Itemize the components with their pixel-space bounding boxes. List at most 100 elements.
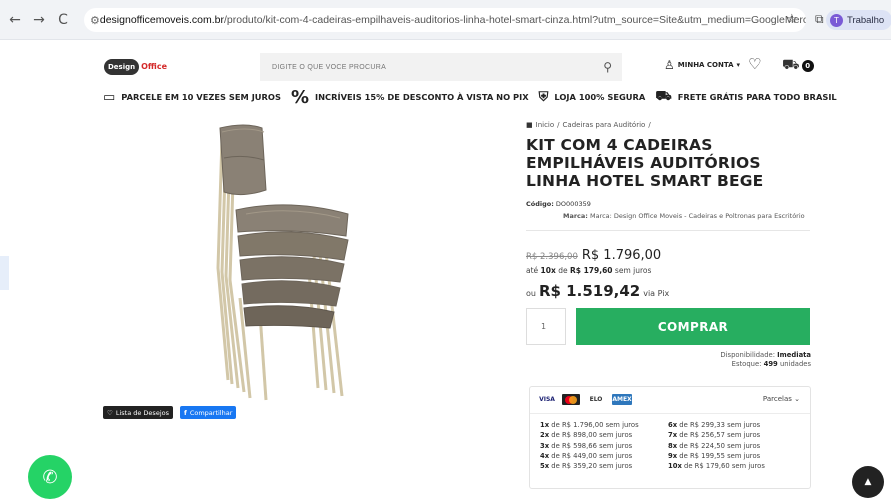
installments-count: 10x — [540, 266, 556, 275]
installment-row: 6x de R$ 299,33 sem juros — [668, 421, 761, 429]
installments-column-1: 1x de R$ 1.796,00 sem juros 2x de R$ 898… — [540, 420, 639, 471]
buy-button[interactable]: COMPRAR — [576, 308, 810, 345]
availability-label: Disponibilidade: — [720, 351, 775, 359]
share-button[interactable]: f Compartilhar — [180, 406, 237, 419]
code-label: Código: — [526, 200, 554, 208]
facebook-icon: f — [184, 408, 187, 417]
promo-text: FRETE GRÁTIS PARA TODO BRASIL — [677, 92, 837, 102]
product-title: KIT COM 4 CADEIRAS EMPILHÁVEIS AUDITÓRIO… — [526, 136, 764, 190]
side-accent — [0, 256, 9, 290]
site-logo[interactable]: Design Office — [104, 56, 167, 78]
installments-suffix: sem juros — [614, 266, 652, 275]
heart-icon: ♡ — [107, 408, 113, 417]
cart-count-badge: 0 — [801, 60, 814, 72]
product-image[interactable] — [200, 118, 360, 402]
quantity-input[interactable]: 1 — [526, 308, 566, 345]
breadcrumb-category[interactable]: Cadeiras para Auditório — [563, 121, 646, 129]
product-brand: Marca: Marca: Design Office Moveis - Cad… — [563, 212, 805, 220]
search-icon[interactable]: ⚲ — [603, 60, 612, 74]
breadcrumb-home[interactable]: Inicio — [536, 121, 555, 129]
home-icon: ■ — [526, 121, 533, 129]
forward-icon[interactable]: → — [30, 11, 48, 29]
pix-price: R$ 1.519,42 — [538, 282, 641, 300]
profile-label: Trabalho — [847, 14, 885, 26]
address-bar[interactable]: ⚙ designofficemoveis.com.br/produto/kit-… — [84, 8, 806, 32]
back-icon[interactable]: ← — [6, 11, 24, 29]
account-label: MINHA CONTA — [677, 61, 734, 69]
reload-icon[interactable]: C — [54, 11, 72, 29]
installments-prefix: até — [526, 266, 539, 275]
percent-icon: % — [290, 86, 309, 108]
cart-button[interactable]: ⛟ 0 — [782, 57, 814, 75]
parcelas-label: Parcelas — [762, 395, 792, 403]
installment-row: 2x de R$ 898,00 sem juros — [540, 431, 633, 440]
promo-installments: ▭ PARCELE EM 10 VEZES SEM JUROS — [103, 90, 281, 105]
brand-value: Marca: Design Office Moveis - Cadeiras e… — [589, 212, 805, 220]
installment-row: 8x de R$ 224,50 sem juros — [668, 441, 761, 450]
visa-icon: VISA — [539, 396, 555, 403]
chevron-down-icon: ▾ — [736, 61, 741, 69]
availability-info: Disponibilidade: Imediata Estoque: 499 u… — [720, 351, 811, 369]
logo-design-text: Design — [104, 59, 140, 75]
divider — [530, 413, 810, 414]
installments-value: R$ 179,60 — [569, 266, 613, 275]
installment-row: 4x de R$ 449,00 sem juros — [540, 451, 633, 460]
breadcrumb-separator: / — [648, 121, 651, 129]
promo-shipping: ⛟ FRETE GRÁTIS PARA TODO BRASIL — [655, 89, 836, 106]
chevron-up-icon: ▲ — [864, 477, 872, 487]
profile-avatar: T — [830, 13, 843, 27]
mastercard-icon — [562, 394, 580, 405]
wishlist-heart-icon[interactable]: ♡ — [748, 55, 761, 73]
share-label: Compartilhar — [189, 408, 233, 417]
installment-row: 10x de R$ 179,60 sem juros — [668, 462, 765, 471]
promo-text: PARCELE EM 10 VEZES SEM JUROS — [121, 92, 281, 102]
price-line: R$ 2.396,00 R$ 1.796,00 — [526, 248, 661, 263]
search-box: ⚲ — [260, 53, 622, 81]
pix-prefix: ou — [526, 289, 536, 298]
promo-discount: % INCRÍVEIS 15% DE DESCONTO À VISTA NO P… — [291, 87, 529, 108]
search-input[interactable] — [260, 63, 580, 71]
site-info-icon[interactable]: ⚙ — [90, 14, 100, 27]
brand-label: Marca: — [563, 212, 588, 220]
whatsapp-icon: ✆ — [42, 466, 58, 488]
extensions-icon[interactable]: ⧉ — [815, 12, 824, 27]
pix-price-line: ou R$ 1.519,42 via Pix — [526, 282, 669, 300]
installment-row: 7x de R$ 256,57 sem juros — [668, 431, 761, 440]
wishlist-button[interactable]: ♡ Lista de Desejos — [103, 406, 173, 419]
amex-icon: AMEX — [612, 394, 632, 405]
browser-toolbar: ← → C ⚙ designofficemoveis.com.br/produt… — [0, 0, 891, 40]
installment-row: 5x de R$ 359,20 sem juros — [540, 462, 633, 471]
url-path: /produto/kit-com-4-cadeiras-empilhaveis-… — [224, 14, 806, 26]
truck-icon: ⛟ — [655, 88, 672, 104]
scroll-to-top-button[interactable]: ▲ — [852, 466, 884, 498]
card-icon: ▭ — [103, 89, 116, 105]
stock-value: 499 — [763, 360, 778, 368]
divider — [526, 230, 810, 231]
chevron-down-icon: ⌄ — [794, 395, 800, 403]
whatsapp-button[interactable]: ✆ — [28, 455, 72, 499]
account-menu[interactable]: ♙ MINHA CONTA ▾ — [664, 58, 740, 72]
promo-secure: ⛨ LOJA 100% SEGURA — [539, 90, 646, 105]
installments-column-2: 6x de R$ 299,33 sem juros 7x de R$ 256,5… — [668, 420, 765, 471]
site-header: Design Office ⚲ ♙ MINHA CONTA ▾ ♡ ⛟ 0 — [0, 40, 891, 86]
installments-info: até 10x de R$ 179,60 sem juros — [526, 266, 651, 275]
current-price: R$ 1.796,00 — [581, 248, 662, 263]
cart-icon: ⛟ — [782, 57, 800, 73]
old-price: R$ 2.396,00 — [526, 252, 578, 262]
card-brands: VISA ELO AMEX — [538, 394, 638, 405]
stock-unit: unidades — [779, 360, 811, 368]
promo-bar: ▭ PARCELE EM 10 VEZES SEM JUROS % INCRÍV… — [103, 87, 847, 108]
installment-row: 9x de R$ 199,55 sem juros — [668, 451, 761, 460]
profile-chip[interactable]: T Trabalho — [826, 10, 891, 30]
stock-label: Estoque: — [731, 360, 762, 368]
promo-text: LOJA 100% SEGURA — [554, 92, 646, 102]
availability-value: Imediata — [777, 351, 811, 359]
installments-mid: de — [558, 266, 568, 275]
user-icon: ♙ — [664, 58, 675, 72]
installment-row: 3x de R$ 598,66 sem juros — [540, 441, 633, 450]
bookmark-star-icon[interactable]: ☆ — [786, 12, 798, 27]
pix-suffix: via Pix — [643, 289, 670, 298]
payment-options-box: VISA ELO AMEX Parcelas ⌄ 1x de R$ 1.796,… — [529, 386, 811, 489]
parcelas-toggle[interactable]: Parcelas ⌄ — [763, 395, 800, 403]
breadcrumb: ■ Inicio / Cadeiras para Auditório / — [526, 121, 654, 129]
